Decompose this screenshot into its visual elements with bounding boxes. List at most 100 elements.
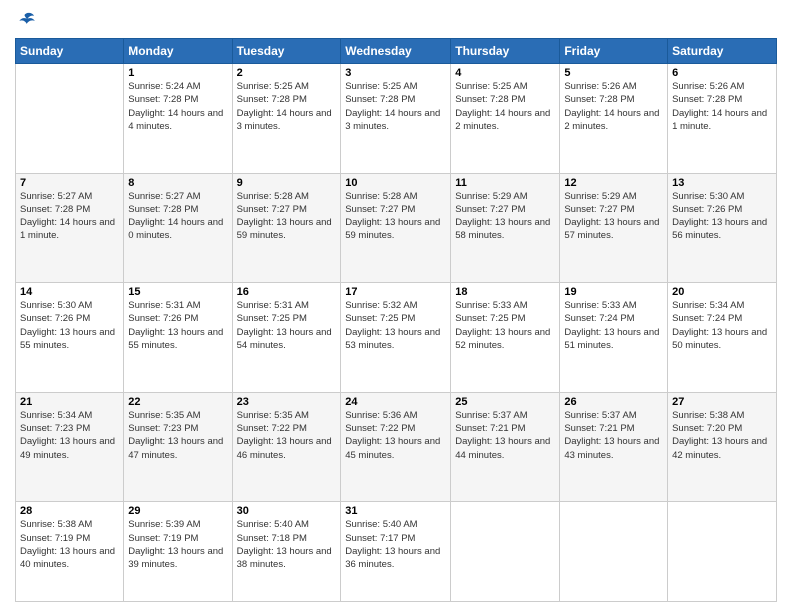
day-info: Sunrise: 5:28 AMSunset: 7:27 PMDaylight:… <box>345 190 446 243</box>
weekday-header-sunday: Sunday <box>16 39 124 64</box>
calendar-cell: 20Sunrise: 5:34 AMSunset: 7:24 PMDayligh… <box>668 283 777 393</box>
calendar-cell: 11Sunrise: 5:29 AMSunset: 7:27 PMDayligh… <box>451 173 560 283</box>
calendar-cell: 15Sunrise: 5:31 AMSunset: 7:26 PMDayligh… <box>124 283 232 393</box>
day-number: 11 <box>455 177 555 189</box>
day-info: Sunrise: 5:37 AMSunset: 7:21 PMDaylight:… <box>455 409 555 462</box>
day-number: 21 <box>20 396 119 408</box>
page: SundayMondayTuesdayWednesdayThursdayFrid… <box>0 0 792 612</box>
day-info: Sunrise: 5:35 AMSunset: 7:23 PMDaylight:… <box>128 409 227 462</box>
calendar-cell: 2Sunrise: 5:25 AMSunset: 7:28 PMDaylight… <box>232 64 341 174</box>
day-info: Sunrise: 5:40 AMSunset: 7:18 PMDaylight:… <box>237 518 337 571</box>
day-number: 18 <box>455 286 555 298</box>
day-info: Sunrise: 5:38 AMSunset: 7:19 PMDaylight:… <box>20 518 119 571</box>
day-info: Sunrise: 5:25 AMSunset: 7:28 PMDaylight:… <box>345 80 446 133</box>
weekday-header-thursday: Thursday <box>451 39 560 64</box>
calendar-cell: 17Sunrise: 5:32 AMSunset: 7:25 PMDayligh… <box>341 283 451 393</box>
day-number: 16 <box>237 286 337 298</box>
day-info: Sunrise: 5:40 AMSunset: 7:17 PMDaylight:… <box>345 518 446 571</box>
day-info: Sunrise: 5:30 AMSunset: 7:26 PMDaylight:… <box>20 299 119 352</box>
day-info: Sunrise: 5:34 AMSunset: 7:24 PMDaylight:… <box>672 299 772 352</box>
calendar-cell: 30Sunrise: 5:40 AMSunset: 7:18 PMDayligh… <box>232 502 341 602</box>
header <box>15 10 777 32</box>
day-info: Sunrise: 5:29 AMSunset: 7:27 PMDaylight:… <box>564 190 663 243</box>
day-number: 7 <box>20 177 119 189</box>
calendar-cell: 12Sunrise: 5:29 AMSunset: 7:27 PMDayligh… <box>560 173 668 283</box>
calendar-cell: 29Sunrise: 5:39 AMSunset: 7:19 PMDayligh… <box>124 502 232 602</box>
calendar-cell: 5Sunrise: 5:26 AMSunset: 7:28 PMDaylight… <box>560 64 668 174</box>
calendar-cell: 4Sunrise: 5:25 AMSunset: 7:28 PMDaylight… <box>451 64 560 174</box>
day-number: 13 <box>672 177 772 189</box>
weekday-header-row: SundayMondayTuesdayWednesdayThursdayFrid… <box>16 39 777 64</box>
day-number: 10 <box>345 177 446 189</box>
day-info: Sunrise: 5:29 AMSunset: 7:27 PMDaylight:… <box>455 190 555 243</box>
logo <box>15 10 39 32</box>
day-number: 6 <box>672 67 772 79</box>
calendar-cell: 14Sunrise: 5:30 AMSunset: 7:26 PMDayligh… <box>16 283 124 393</box>
day-number: 28 <box>20 505 119 517</box>
day-number: 19 <box>564 286 663 298</box>
day-number: 31 <box>345 505 446 517</box>
day-info: Sunrise: 5:33 AMSunset: 7:25 PMDaylight:… <box>455 299 555 352</box>
day-info: Sunrise: 5:26 AMSunset: 7:28 PMDaylight:… <box>672 80 772 133</box>
weekday-header-friday: Friday <box>560 39 668 64</box>
calendar-cell <box>16 64 124 174</box>
calendar-cell: 31Sunrise: 5:40 AMSunset: 7:17 PMDayligh… <box>341 502 451 602</box>
calendar-week-row: 21Sunrise: 5:34 AMSunset: 7:23 PMDayligh… <box>16 392 777 502</box>
day-info: Sunrise: 5:27 AMSunset: 7:28 PMDaylight:… <box>20 190 119 243</box>
calendar-cell: 16Sunrise: 5:31 AMSunset: 7:25 PMDayligh… <box>232 283 341 393</box>
calendar-cell: 8Sunrise: 5:27 AMSunset: 7:28 PMDaylight… <box>124 173 232 283</box>
weekday-header-wednesday: Wednesday <box>341 39 451 64</box>
calendar-cell: 28Sunrise: 5:38 AMSunset: 7:19 PMDayligh… <box>16 502 124 602</box>
calendar-table: SundayMondayTuesdayWednesdayThursdayFrid… <box>15 38 777 602</box>
calendar-cell: 6Sunrise: 5:26 AMSunset: 7:28 PMDaylight… <box>668 64 777 174</box>
day-number: 9 <box>237 177 337 189</box>
day-info: Sunrise: 5:26 AMSunset: 7:28 PMDaylight:… <box>564 80 663 133</box>
calendar-week-row: 1Sunrise: 5:24 AMSunset: 7:28 PMDaylight… <box>16 64 777 174</box>
calendar-cell: 24Sunrise: 5:36 AMSunset: 7:22 PMDayligh… <box>341 392 451 502</box>
calendar-cell: 25Sunrise: 5:37 AMSunset: 7:21 PMDayligh… <box>451 392 560 502</box>
day-info: Sunrise: 5:34 AMSunset: 7:23 PMDaylight:… <box>20 409 119 462</box>
day-info: Sunrise: 5:38 AMSunset: 7:20 PMDaylight:… <box>672 409 772 462</box>
calendar-cell: 22Sunrise: 5:35 AMSunset: 7:23 PMDayligh… <box>124 392 232 502</box>
calendar-cell: 19Sunrise: 5:33 AMSunset: 7:24 PMDayligh… <box>560 283 668 393</box>
day-info: Sunrise: 5:24 AMSunset: 7:28 PMDaylight:… <box>128 80 227 133</box>
day-info: Sunrise: 5:36 AMSunset: 7:22 PMDaylight:… <box>345 409 446 462</box>
day-info: Sunrise: 5:35 AMSunset: 7:22 PMDaylight:… <box>237 409 337 462</box>
day-info: Sunrise: 5:31 AMSunset: 7:25 PMDaylight:… <box>237 299 337 352</box>
day-number: 4 <box>455 67 555 79</box>
day-info: Sunrise: 5:28 AMSunset: 7:27 PMDaylight:… <box>237 190 337 243</box>
day-info: Sunrise: 5:39 AMSunset: 7:19 PMDaylight:… <box>128 518 227 571</box>
weekday-header-tuesday: Tuesday <box>232 39 341 64</box>
day-number: 1 <box>128 67 227 79</box>
day-number: 26 <box>564 396 663 408</box>
day-number: 2 <box>237 67 337 79</box>
calendar-cell: 23Sunrise: 5:35 AMSunset: 7:22 PMDayligh… <box>232 392 341 502</box>
calendar-cell: 18Sunrise: 5:33 AMSunset: 7:25 PMDayligh… <box>451 283 560 393</box>
day-number: 3 <box>345 67 446 79</box>
logo-bird-icon <box>15 10 37 32</box>
calendar-cell: 13Sunrise: 5:30 AMSunset: 7:26 PMDayligh… <box>668 173 777 283</box>
day-number: 30 <box>237 505 337 517</box>
day-info: Sunrise: 5:27 AMSunset: 7:28 PMDaylight:… <box>128 190 227 243</box>
weekday-header-saturday: Saturday <box>668 39 777 64</box>
calendar-cell <box>451 502 560 602</box>
weekday-header-monday: Monday <box>124 39 232 64</box>
day-number: 29 <box>128 505 227 517</box>
day-number: 17 <box>345 286 446 298</box>
calendar-cell: 3Sunrise: 5:25 AMSunset: 7:28 PMDaylight… <box>341 64 451 174</box>
calendar-cell <box>560 502 668 602</box>
day-info: Sunrise: 5:25 AMSunset: 7:28 PMDaylight:… <box>455 80 555 133</box>
day-number: 25 <box>455 396 555 408</box>
calendar-cell: 9Sunrise: 5:28 AMSunset: 7:27 PMDaylight… <box>232 173 341 283</box>
day-number: 27 <box>672 396 772 408</box>
day-number: 24 <box>345 396 446 408</box>
calendar-cell: 26Sunrise: 5:37 AMSunset: 7:21 PMDayligh… <box>560 392 668 502</box>
day-number: 8 <box>128 177 227 189</box>
day-info: Sunrise: 5:30 AMSunset: 7:26 PMDaylight:… <box>672 190 772 243</box>
day-number: 14 <box>20 286 119 298</box>
day-info: Sunrise: 5:33 AMSunset: 7:24 PMDaylight:… <box>564 299 663 352</box>
calendar-cell: 21Sunrise: 5:34 AMSunset: 7:23 PMDayligh… <box>16 392 124 502</box>
day-info: Sunrise: 5:31 AMSunset: 7:26 PMDaylight:… <box>128 299 227 352</box>
day-info: Sunrise: 5:37 AMSunset: 7:21 PMDaylight:… <box>564 409 663 462</box>
calendar-cell: 7Sunrise: 5:27 AMSunset: 7:28 PMDaylight… <box>16 173 124 283</box>
